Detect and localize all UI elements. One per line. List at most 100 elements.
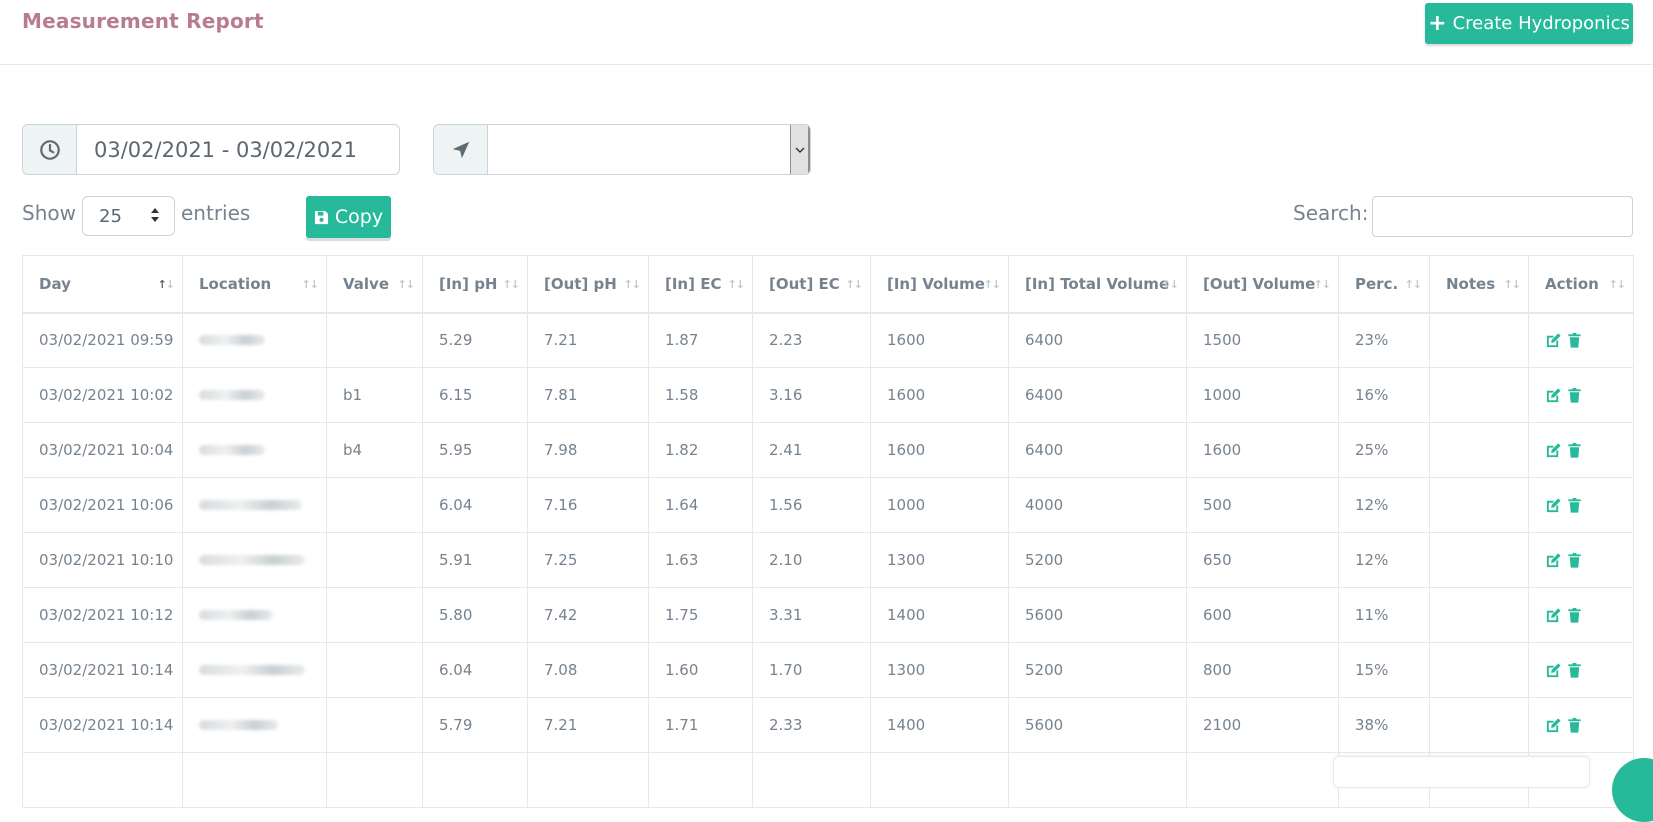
- table-row[interactable]: 03/02/2021 10:02 b1 6.15 7.81 1.58 3.16 1600 64…: [22, 367, 1634, 423]
- location-select[interactable]: [488, 125, 810, 174]
- date-range-picker[interactable]: 03/02/2021 - 03/02/2021: [22, 124, 400, 175]
- location-picker[interactable]: [433, 124, 811, 175]
- column-header-out-volume[interactable]: [Out] Volume ↑↓: [1186, 255, 1339, 314]
- edit-icon[interactable]: [1545, 387, 1562, 404]
- trash-icon[interactable]: [1566, 442, 1583, 459]
- column-header-label: [In] EC: [665, 274, 722, 293]
- page-title: Measurement Report: [22, 9, 264, 33]
- trash-icon[interactable]: [1566, 552, 1583, 569]
- cell-day: 03/02/2021 10:02: [22, 367, 183, 423]
- cell-action: [1528, 422, 1634, 478]
- cell-perc: 16%: [1338, 367, 1430, 423]
- cell-valve: [326, 477, 423, 533]
- table-row[interactable]: 03/02/2021 09:59 5.29 7.21 1.87 2.23 1600 6400…: [22, 312, 1634, 368]
- cell-in-volume: 1600: [870, 312, 1009, 368]
- column-header-label: [In] pH: [439, 274, 498, 293]
- cell-notes: [1429, 532, 1529, 588]
- cell-perc: 12%: [1338, 532, 1430, 588]
- column-header-label: Location: [199, 274, 272, 293]
- entries-select-value: 25: [99, 205, 122, 227]
- row-actions: [1545, 552, 1633, 569]
- edit-icon[interactable]: [1545, 552, 1562, 569]
- column-header-action[interactable]: Action ↑↓: [1528, 255, 1634, 314]
- copy-label: Copy: [334, 206, 384, 228]
- trash-icon[interactable]: [1566, 717, 1583, 734]
- sort-icon: ↑↓: [301, 278, 319, 291]
- date-range-value[interactable]: 03/02/2021 - 03/02/2021: [77, 125, 399, 174]
- cell-in-ec: 1.87: [648, 312, 753, 368]
- entries-select[interactable]: 25: [82, 196, 175, 236]
- cell-in-ph: 5.80: [422, 587, 528, 643]
- table-row[interactable]: 03/02/2021 10:10 5.91 7.25 1.63 2.10 1300 5200…: [22, 532, 1634, 588]
- column-header-perc[interactable]: Perc. ↑↓: [1338, 255, 1430, 314]
- cell-out-ph: [527, 752, 649, 808]
- cell-action: [1528, 367, 1634, 423]
- cell-valve: [326, 752, 423, 808]
- create-hydroponics-button[interactable]: + Create Hydroponics: [1425, 3, 1633, 44]
- cell-out-volume: 2100: [1186, 697, 1339, 753]
- cell-location: [182, 312, 327, 368]
- cell-action: [1528, 312, 1634, 368]
- cell-in-total-volume: 6400: [1008, 312, 1187, 368]
- cell-in-ph: 5.91: [422, 532, 528, 588]
- cell-action: [1528, 697, 1634, 753]
- cell-in-ph: [422, 752, 528, 808]
- column-header-out-ph[interactable]: [Out] pH ↑↓: [527, 255, 649, 314]
- measurement-table: Day ↑↓ Location ↑↓ Valve ↑↓ [In] pH ↑↓ [Out]…: [22, 255, 1634, 808]
- trash-icon[interactable]: [1566, 387, 1583, 404]
- trash-icon[interactable]: [1566, 497, 1583, 514]
- cell-out-ph: 7.08: [527, 642, 649, 698]
- floating-panel[interactable]: [1333, 756, 1590, 788]
- cell-day: 03/02/2021 10:14: [22, 642, 183, 698]
- table-row[interactable]: 03/02/2021 10:12 5.80 7.42 1.75 3.31 1400 5600…: [22, 587, 1634, 643]
- cell-notes: [1429, 422, 1529, 478]
- column-header-out-ec[interactable]: [Out] EC ↑↓: [752, 255, 871, 314]
- cell-location: [182, 477, 327, 533]
- cell-day: 03/02/2021 10:12: [22, 587, 183, 643]
- trash-icon[interactable]: [1566, 332, 1583, 349]
- column-header-in-ph[interactable]: [In] pH ↑↓: [422, 255, 528, 314]
- cell-out-ph: 7.16: [527, 477, 649, 533]
- cell-notes: [1429, 642, 1529, 698]
- cell-valve: [326, 642, 423, 698]
- column-header-label: Action: [1545, 274, 1599, 293]
- edit-icon[interactable]: [1545, 332, 1562, 349]
- edit-icon[interactable]: [1545, 442, 1562, 459]
- table-row[interactable]: 03/02/2021 10:14 5.79 7.21 1.71 2.33 1400 5600…: [22, 697, 1634, 753]
- edit-icon[interactable]: [1545, 497, 1562, 514]
- cell-in-ph: 6.04: [422, 642, 528, 698]
- column-header-in-total-volume[interactable]: [In] Total Volume ↑↓: [1008, 255, 1187, 314]
- cell-in-ec: 1.58: [648, 367, 753, 423]
- cell-day: 03/02/2021 10:04: [22, 422, 183, 478]
- column-header-in-ec[interactable]: [In] EC ↑↓: [648, 255, 753, 314]
- table-row[interactable]: 03/02/2021 10:04 b4 5.95 7.98 1.82 2.41 1600 64…: [22, 422, 1634, 478]
- column-header-in-volume[interactable]: [In] Volume ↑↓: [870, 255, 1009, 314]
- cell-in-total-volume: 4000: [1008, 477, 1187, 533]
- redacted-location: [199, 665, 305, 675]
- trash-icon[interactable]: [1566, 662, 1583, 679]
- edit-icon[interactable]: [1545, 717, 1562, 734]
- copy-button[interactable]: Copy: [306, 196, 391, 238]
- sort-icon: ↑↓: [157, 278, 175, 291]
- column-header-location[interactable]: Location ↑↓: [182, 255, 327, 314]
- redacted-location: [199, 720, 278, 730]
- cell-out-ec: 2.23: [752, 312, 871, 368]
- column-header-valve[interactable]: Valve ↑↓: [326, 255, 423, 314]
- column-header-notes[interactable]: Notes ↑↓: [1429, 255, 1529, 314]
- cell-in-total-volume: 5200: [1008, 532, 1187, 588]
- select-arrow[interactable]: [790, 125, 810, 174]
- trash-icon[interactable]: [1566, 607, 1583, 624]
- search-input[interactable]: [1372, 196, 1633, 237]
- table-row[interactable]: 03/02/2021 10:14 6.04 7.08 1.60 1.70 1300 5200…: [22, 642, 1634, 698]
- location-arrow-icon: [452, 141, 469, 158]
- cell-in-volume: 1600: [870, 367, 1009, 423]
- sort-icon: ↑↓: [1503, 278, 1521, 291]
- cell-valve: [326, 532, 423, 588]
- table-row[interactable]: 03/02/2021 10:06 6.04 7.16 1.64 1.56 1000 4000…: [22, 477, 1634, 533]
- floppy-disk-icon: [314, 210, 328, 224]
- edit-icon[interactable]: [1545, 607, 1562, 624]
- edit-icon[interactable]: [1545, 662, 1562, 679]
- cell-out-ec: 3.31: [752, 587, 871, 643]
- row-actions: [1545, 662, 1633, 679]
- column-header-day[interactable]: Day ↑↓: [22, 255, 183, 314]
